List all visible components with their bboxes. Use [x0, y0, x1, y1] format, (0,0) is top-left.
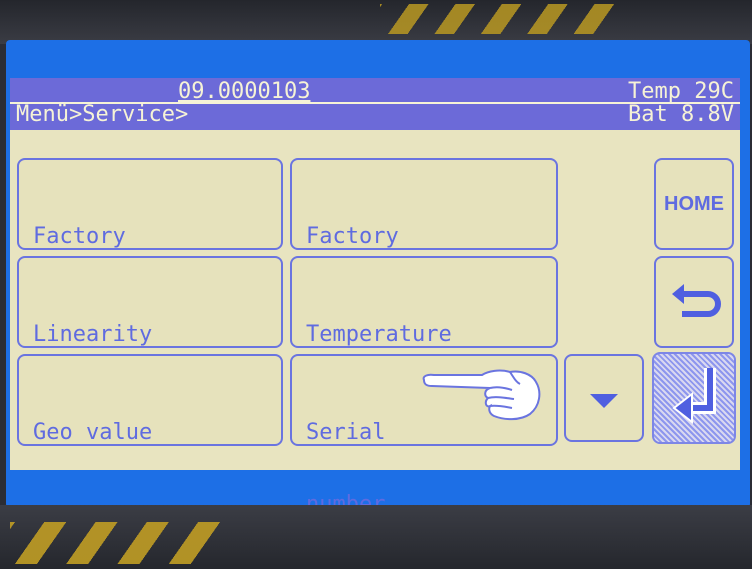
factory-reset-label-1: Factory	[33, 224, 126, 249]
pointing-hand-icon	[422, 369, 541, 421]
temperature-adjust-label-1: Temperature	[306, 322, 452, 347]
factory-adjust-button[interactable]: Factory adjust	[290, 158, 558, 321]
back-button[interactable]	[654, 256, 734, 348]
linearity-button[interactable]: Linearity	[17, 256, 283, 348]
breadcrumb: Menü>Service>	[16, 102, 189, 127]
geo-value-label: Geo value	[33, 420, 153, 445]
factory-adjust-label-1: Factory	[306, 224, 399, 249]
device-bezel-top	[0, 0, 752, 44]
status-header: 09.0000103 Temp 29C Menü>Service> Bat 8.…	[10, 78, 740, 130]
serial-number-label-1: Serial	[306, 420, 386, 445]
home-button[interactable]: HOME	[654, 158, 734, 250]
return-arrow-icon	[672, 284, 721, 317]
factory-reset-button[interactable]: Factory reset	[17, 158, 283, 321]
warning-stripes-top	[380, 4, 620, 34]
scroll-down-button[interactable]	[564, 354, 644, 442]
down-triangle-icon	[590, 394, 618, 408]
temperature-adjust-button[interactable]: Temperature adjust	[290, 256, 558, 419]
device-code: 09.0000103	[178, 79, 311, 104]
geo-value-button[interactable]: Geo value	[17, 354, 283, 446]
enter-arrow-icon	[672, 368, 716, 425]
device-photo: 09.0000103 Temp 29C Menü>Service> Bat 8.…	[0, 0, 752, 569]
linearity-label: Linearity	[33, 322, 153, 347]
enter-button[interactable]	[652, 352, 736, 444]
warning-stripes-bottom	[10, 522, 220, 564]
temperature-readout: Temp 29C	[628, 79, 734, 104]
battery-readout: Bat 8.8V	[628, 102, 734, 127]
